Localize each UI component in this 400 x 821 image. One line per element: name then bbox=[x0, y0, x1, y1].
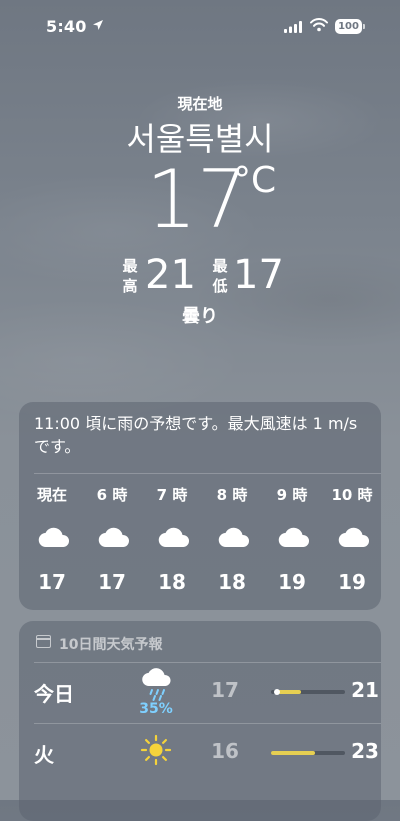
hour-temp: 18 bbox=[158, 570, 186, 594]
hour-item: 10 時 19 bbox=[322, 484, 381, 604]
wifi-icon bbox=[310, 18, 328, 32]
high-low: 最高 21 最低 17 bbox=[0, 252, 400, 298]
current-temperature: 17 °C bbox=[0, 155, 400, 245]
cloud-icon bbox=[278, 527, 310, 548]
day-name: 火 bbox=[34, 743, 54, 767]
hour-temp: 18 bbox=[218, 570, 246, 594]
hour-temp: 19 bbox=[278, 570, 306, 594]
cloud-icon bbox=[38, 527, 70, 548]
cloud-icon bbox=[218, 527, 250, 548]
hour-label: 10 時 bbox=[331, 486, 373, 504]
hourly-forecast-card[interactable]: 11:00 頃に雨の予想です。最大風速は 1 m/s です。 現在 17 6 時… bbox=[19, 402, 381, 610]
hour-temp: 17 bbox=[38, 570, 66, 594]
hour-label: 6 時 bbox=[96, 486, 128, 504]
current-temp-marker bbox=[273, 689, 280, 695]
cloud-icon bbox=[98, 527, 130, 548]
temp-range-bar bbox=[271, 689, 345, 695]
ten-day-title: 10日間天気予報 bbox=[59, 637, 163, 653]
hour-item: 6 時 17 bbox=[82, 484, 142, 604]
condition-text: 曇り bbox=[182, 306, 218, 327]
current-temp-unit: °C bbox=[233, 160, 277, 201]
precip-chance: 35% bbox=[139, 701, 173, 717]
high-value: 21 bbox=[145, 252, 196, 298]
hour-item: 8 時 18 bbox=[202, 484, 262, 604]
high-label: 最高 bbox=[122, 257, 138, 295]
temp-range-fill bbox=[271, 751, 316, 755]
forecast-summary: 11:00 頃に雨の予想です。最大風速は 1 m/s です。 bbox=[34, 414, 358, 456]
hour-item: 現在 17 bbox=[22, 484, 82, 604]
cellular-signal-icon bbox=[284, 21, 302, 33]
day-name: 今日 bbox=[34, 682, 74, 706]
location-arrow-icon bbox=[93, 20, 103, 30]
day-row-tuesday[interactable]: 火 16 23 bbox=[19, 724, 381, 784]
status-bar: 5:40 100 bbox=[0, 0, 400, 50]
hour-item: 9 時 19 bbox=[262, 484, 322, 604]
cloud-icon bbox=[158, 527, 190, 548]
ten-day-forecast-card[interactable]: 10日間天気予報 今日 35% 17 21 火 16 23 bbox=[19, 621, 381, 821]
hour-label: 8 時 bbox=[216, 486, 248, 504]
sun-icon bbox=[140, 734, 172, 766]
day-low: 16 bbox=[211, 739, 239, 763]
temp-range-bar bbox=[271, 751, 345, 755]
battery-tip bbox=[363, 24, 365, 29]
hour-label: 現在 bbox=[36, 486, 67, 504]
status-time: 5:40 bbox=[46, 17, 87, 36]
battery-icon: 100 bbox=[335, 19, 362, 34]
cloud-rain-icon bbox=[142, 668, 171, 701]
hour-item: 7 時 18 bbox=[142, 484, 202, 604]
hour-temp: 19 bbox=[338, 570, 366, 594]
day-low: 17 bbox=[211, 678, 239, 702]
low-label: 最低 bbox=[212, 257, 228, 295]
divider bbox=[34, 473, 381, 474]
hour-label: 9 時 bbox=[276, 486, 308, 504]
day-high: 23 bbox=[351, 739, 379, 763]
calendar-icon bbox=[36, 635, 51, 648]
low-value: 17 bbox=[233, 252, 284, 298]
cloud-icon bbox=[338, 527, 370, 548]
day-high: 21 bbox=[351, 678, 379, 702]
hour-temp: 17 bbox=[98, 570, 126, 594]
location-label: 現在地 bbox=[177, 95, 223, 113]
day-row-today[interactable]: 今日 35% 17 21 bbox=[19, 663, 381, 723]
hour-label: 7 時 bbox=[156, 486, 188, 504]
